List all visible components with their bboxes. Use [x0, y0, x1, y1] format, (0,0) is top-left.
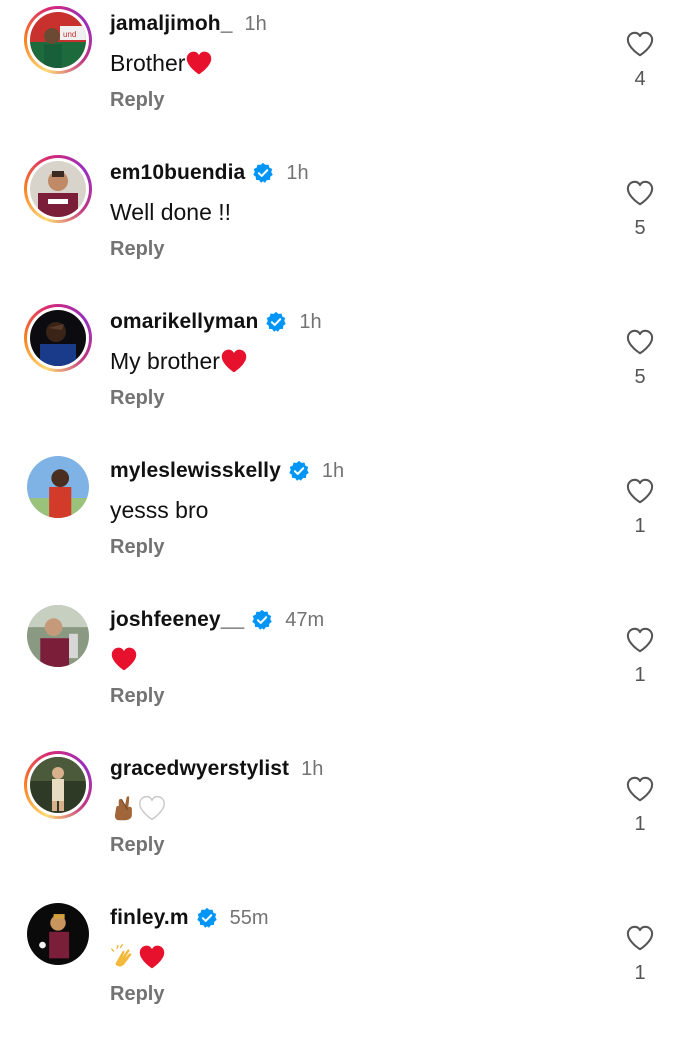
comment-text: Well done !! [110, 197, 231, 227]
red-heart-icon [110, 645, 138, 673]
username[interactable]: gracedwyerstylist [110, 757, 289, 781]
like-count: 1 [634, 515, 646, 537]
like-count: 4 [634, 68, 646, 90]
timestamp: 1h [244, 12, 267, 35]
like-count: 1 [634, 813, 646, 835]
reply-button[interactable]: Reply [110, 834, 164, 857]
username[interactable]: finley.m [110, 906, 189, 930]
verified-badge-icon [196, 907, 218, 929]
heart-outline-icon[interactable] [625, 477, 655, 505]
verified-badge-icon [288, 460, 310, 482]
timestamp: 1h [286, 161, 309, 184]
white-heart-icon [138, 794, 166, 822]
avatar[interactable] [24, 155, 92, 223]
comment-text-content: Well done !! [110, 198, 232, 225]
username[interactable]: joshfeeney__ [110, 608, 244, 632]
verified-badge-icon [252, 162, 274, 184]
clapping-hands-icon [110, 943, 138, 971]
avatar[interactable] [27, 903, 89, 965]
timestamp: 47m [285, 608, 325, 631]
like-control: 1 [620, 924, 660, 985]
comment-text-content: yesss bro [110, 496, 209, 523]
comment-text-content: My brother [110, 347, 220, 374]
comment-text-content: Brother [110, 49, 186, 76]
username[interactable]: jamaljimoh_ [110, 12, 232, 36]
red-heart-icon [220, 347, 248, 375]
reply-button[interactable]: Reply [110, 89, 164, 112]
reply-button[interactable]: Reply [110, 685, 164, 708]
avatar[interactable] [27, 605, 89, 667]
like-count: 1 [634, 664, 646, 686]
reply-button[interactable]: Reply [110, 387, 164, 410]
comment-text [110, 942, 166, 972]
username[interactable]: em10buendia [110, 161, 245, 185]
username[interactable]: omarikellyman [110, 310, 258, 334]
comment-item: omarikellyman 1h My brother Reply 5 [0, 298, 687, 447]
reply-button[interactable]: Reply [110, 238, 164, 261]
like-count: 1 [634, 962, 646, 984]
like-control: 1 [620, 626, 660, 687]
reply-button[interactable]: Reply [110, 983, 164, 1006]
comment-item: finley.m 55m Reply 1 [0, 894, 687, 1043]
comment-item: myleslewisskelly 1h yesss bro Reply 1 [0, 447, 687, 596]
comment-text [110, 793, 166, 823]
comment-item: em10buendia 1h Well done !! Reply 5 [0, 149, 687, 298]
reply-button[interactable]: Reply [110, 536, 164, 559]
heart-outline-icon[interactable] [625, 30, 655, 58]
heart-outline-icon[interactable] [625, 924, 655, 952]
heart-outline-icon[interactable] [625, 328, 655, 356]
comment-item: joshfeeney__ 47m Reply 1 [0, 596, 687, 745]
verified-badge-icon [251, 609, 273, 631]
red-heart-icon [138, 943, 166, 971]
timestamp: 1h [301, 757, 324, 780]
avatar[interactable] [24, 751, 92, 819]
avatar[interactable]: und [24, 6, 92, 74]
like-control: 5 [620, 328, 660, 389]
comment-text: Brother [110, 48, 213, 78]
avatar[interactable] [27, 456, 89, 518]
avatar[interactable] [24, 304, 92, 372]
comment-text [110, 644, 138, 674]
heart-outline-icon[interactable] [625, 775, 655, 803]
like-count: 5 [634, 217, 646, 239]
svg-text:und: und [63, 30, 76, 39]
crossed-fingers-icon [110, 794, 138, 822]
timestamp: 1h [321, 459, 345, 482]
like-control: 1 [620, 477, 660, 538]
like-control: 4 [620, 30, 660, 91]
like-control: 1 [620, 775, 660, 836]
heart-outline-icon[interactable] [625, 179, 655, 207]
timestamp: 1h [299, 310, 322, 333]
red-heart-icon [185, 49, 213, 77]
like-control: 5 [620, 179, 660, 240]
heart-outline-icon[interactable] [625, 626, 655, 654]
comment-text: yesss bro [110, 495, 208, 525]
comment-text: My brother [110, 346, 248, 376]
timestamp: 55m [229, 906, 269, 929]
comment-item: gracedwyerstylist 1h Reply 1 [0, 745, 687, 894]
like-count: 5 [634, 366, 646, 388]
verified-badge-icon [265, 311, 287, 333]
comment-item: und jamaljimoh_ 1h Brother Reply 4 [0, 0, 687, 149]
username[interactable]: myleslewisskelly [110, 459, 281, 483]
